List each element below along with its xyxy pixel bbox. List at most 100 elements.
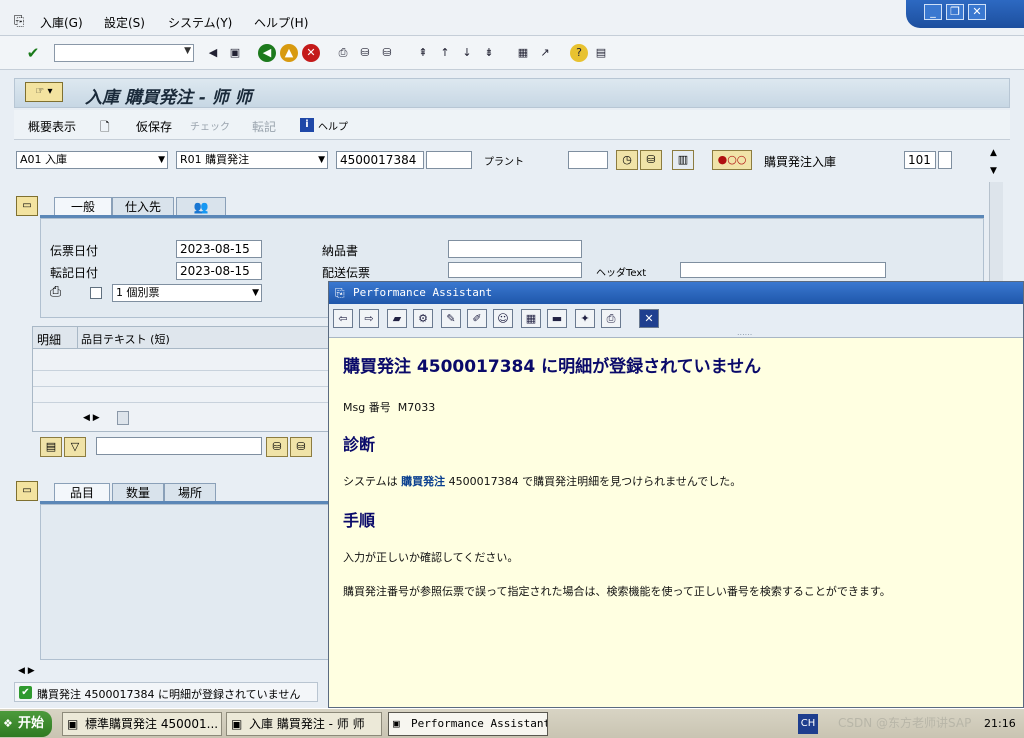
print-icon[interactable]: ⎙ <box>334 44 352 62</box>
menu-item-system[interactable]: システム(Y) <box>168 14 232 31</box>
hold-button[interactable]: 仮保存 <box>136 118 172 135</box>
print-checkbox[interactable] <box>90 287 102 299</box>
edit-icon[interactable]: ✎ <box>441 309 461 328</box>
scroll-up-icon[interactable]: ▲ <box>990 148 997 158</box>
resize-grip[interactable]: ...... <box>737 328 752 337</box>
cancel-icon[interactable]: ✕ <box>302 44 320 62</box>
forward-icon[interactable]: ⇨ <box>359 309 379 328</box>
col-line-header[interactable]: 明細 <box>37 331 61 348</box>
print-version-select[interactable]: 1 個別票 ▼ <box>112 284 262 302</box>
task-performance-assistant[interactable]: ▣ Performance Assistant <box>388 712 548 736</box>
tab-general[interactable]: 一般 <box>54 197 112 217</box>
transaction-select[interactable]: A01 入庫 ▼ <box>16 151 168 169</box>
table-row[interactable] <box>33 387 329 403</box>
window-icon: ⎘ <box>335 286 345 300</box>
close-icon[interactable]: ✕ <box>639 309 659 328</box>
po-number-input[interactable]: 4500017384 <box>336 151 424 169</box>
doc-date-input[interactable]: 2023-08-15 <box>176 240 262 258</box>
overview-button[interactable]: 概要表示 <box>28 118 76 135</box>
scroll-left-right-icon[interactable]: ◀ ▶ <box>18 666 35 676</box>
first-page-icon[interactable]: ⇞ <box>414 44 432 62</box>
minimize-button[interactable]: _ <box>924 4 942 20</box>
glossary-icon[interactable]: ✐ <box>467 309 487 328</box>
exit-icon[interactable]: ▲ <box>280 44 298 62</box>
command-field[interactable]: ▼ <box>54 44 194 62</box>
language-indicator[interactable]: CH <box>798 714 818 734</box>
collapse-header-icon[interactable]: ▭ <box>16 196 38 216</box>
po-glossary-link[interactable]: 購買発注 <box>401 475 445 488</box>
settings-icon[interactable]: ✦ <box>575 309 595 328</box>
print-icon[interactable]: ⎙ <box>601 309 621 328</box>
page-title: 入庫 購買発注 - 师 师 <box>85 88 252 108</box>
col-text-header[interactable]: 品目テキスト (短) <box>81 331 170 347</box>
start-button[interactable]: ❖ 开始 <box>0 711 52 737</box>
scroll-left-icon[interactable]: ◀ ▶ <box>83 413 100 423</box>
create-session-icon[interactable]: ▦ <box>514 44 532 62</box>
tab-location[interactable]: 場所 <box>164 483 216 503</box>
start-label: 开始 <box>18 716 45 731</box>
close-button[interactable]: ✕ <box>968 4 986 20</box>
table-row[interactable] <box>33 371 329 387</box>
tab-partner[interactable]: 👥 <box>176 197 226 217</box>
task-goods-receipt[interactable]: ▣ 入庫 購買発注 - 师 师 <box>226 712 382 736</box>
msg-number: M7033 <box>397 401 436 414</box>
find-item-icon[interactable]: ⛁ <box>266 437 288 457</box>
post-button[interactable]: 転記 <box>252 118 276 135</box>
check-button[interactable]: チェック <box>190 118 230 133</box>
horizontal-scroll-thumb[interactable] <box>117 411 129 425</box>
item-search-input[interactable] <box>96 437 262 455</box>
menu-icon[interactable]: ⎘ <box>14 14 24 29</box>
back-icon[interactable]: ◀ <box>258 44 276 62</box>
movement-type-input[interactable]: 101 <box>904 151 936 169</box>
find-next-item-icon[interactable]: ⛁ <box>290 437 312 457</box>
technical-info-icon[interactable]: ⚙ <box>413 309 433 328</box>
layout-menu-icon[interactable]: ▤ <box>592 44 610 62</box>
movement-extra-input[interactable] <box>938 151 952 169</box>
shortcut-icon[interactable]: ↗ <box>536 44 554 62</box>
back-arrow-icon[interactable]: ◀ <box>204 44 222 62</box>
columns-icon[interactable]: ▥ <box>672 150 694 170</box>
header-text-label: ヘッダText <box>596 268 647 279</box>
header-text-input[interactable] <box>680 262 886 278</box>
clock-icon[interactable]: ◷ <box>616 150 638 170</box>
window-view-icon[interactable]: ▬ <box>547 309 567 328</box>
find-icon[interactable]: ⛁ <box>356 44 374 62</box>
collapse-detail-icon[interactable]: ▭ <box>16 481 38 501</box>
next-page-icon[interactable]: ↓ <box>458 44 476 62</box>
tab-material[interactable]: 品目 <box>54 483 110 503</box>
filter-icon[interactable]: ▽ <box>64 437 86 457</box>
post-date-input[interactable]: 2023-08-15 <box>176 262 262 280</box>
table-view-icon[interactable]: ▦ <box>521 309 541 328</box>
delete-item-icon[interactable]: ▤ <box>40 437 62 457</box>
po-item-input[interactable] <box>426 151 472 169</box>
restore-button[interactable]: ❐ <box>946 4 964 20</box>
previous-page-icon[interactable]: ↑ <box>436 44 454 62</box>
back-icon[interactable]: ⇦ <box>333 309 353 328</box>
find-po-icon[interactable]: ⛁ <box>640 150 662 170</box>
traffic-light-icon[interactable]: ●○○ <box>712 150 752 170</box>
tab-quantity[interactable]: 数量 <box>112 483 164 503</box>
scroll-down-icon[interactable]: ▼ <box>990 166 997 176</box>
help-button[interactable]: ヘルプ <box>318 118 348 133</box>
help-icon[interactable]: ? <box>570 44 588 62</box>
enter-check-icon[interactable]: ✔ <box>24 44 42 62</box>
bill-of-lading-input[interactable] <box>448 262 582 278</box>
pa-title-bar[interactable]: ⎘ Performance Assistant <box>329 282 1023 304</box>
status-bar[interactable]: ✔ 購買発注 4500017384 に明細が登録されていません <box>14 682 318 702</box>
delivery-note-input[interactable] <box>448 240 582 258</box>
screen-variant-icon[interactable]: ☞ ▾ <box>25 82 63 102</box>
tab-vendor[interactable]: 仕入先 <box>112 197 174 217</box>
task-po-standard[interactable]: ▣ 標準購買発注 450001... <box>62 712 222 736</box>
user-help-icon[interactable]: ☺ <box>493 309 513 328</box>
menu-item-settings[interactable]: 設定(S) <box>104 14 145 31</box>
new-document-icon[interactable]: 🗋 <box>100 118 110 139</box>
find-next-icon[interactable]: ⛁ <box>378 44 396 62</box>
reference-doc-select[interactable]: R01 購買発注 ▼ <box>176 151 328 169</box>
save-icon[interactable]: ▣ <box>226 44 244 62</box>
last-page-icon[interactable]: ⇟ <box>480 44 498 62</box>
table-row[interactable] <box>33 355 329 371</box>
plant-input[interactable] <box>568 151 608 169</box>
menu-item-goods-receipt[interactable]: 入庫(G) <box>40 14 83 31</box>
menu-item-help[interactable]: ヘルプ(H) <box>254 14 308 31</box>
book-icon[interactable]: ▰ <box>387 309 407 328</box>
